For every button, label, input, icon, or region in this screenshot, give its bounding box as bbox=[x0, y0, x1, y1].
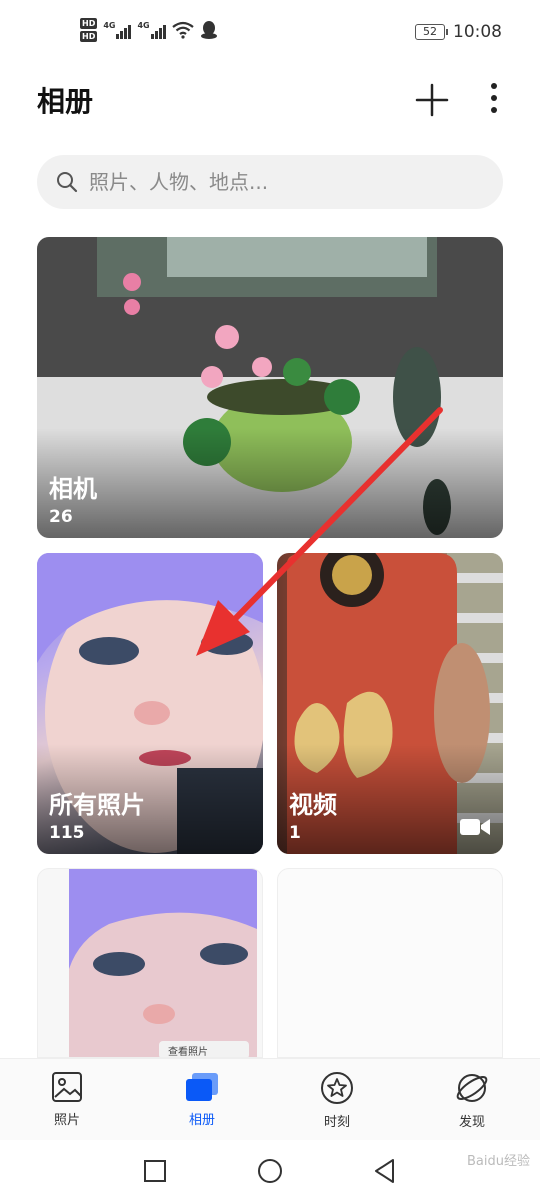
video-camera-icon bbox=[460, 819, 490, 835]
hd-badge-top: HD bbox=[80, 18, 98, 29]
nav-label: 相册 bbox=[188, 1113, 215, 1128]
battery-icon: 52 bbox=[415, 24, 448, 40]
planet-icon bbox=[456, 1074, 488, 1102]
search-input[interactable] bbox=[89, 170, 469, 194]
home-circle-icon[interactable] bbox=[255, 1156, 285, 1186]
photo-icon bbox=[52, 1072, 82, 1102]
network-type-label: 4G bbox=[103, 21, 116, 30]
albums-icon bbox=[186, 1073, 218, 1101]
clock: 10:08 bbox=[453, 22, 502, 42]
network-type-label-2: 4G bbox=[137, 21, 150, 30]
watermark: Baidu经验 bbox=[467, 1154, 530, 1169]
album-card-screenshots[interactable]: 查看照片 bbox=[37, 868, 263, 1058]
camera-card-shade bbox=[37, 428, 503, 538]
signal-icon-2: 4G bbox=[137, 21, 166, 39]
nav-tab-moments[interactable]: 时刻 bbox=[297, 1071, 377, 1130]
back-triangle-icon[interactable] bbox=[370, 1156, 400, 1186]
hd-badge-bottom: HD bbox=[80, 31, 98, 42]
album-card-video[interactable]: 视频 1 bbox=[277, 553, 503, 854]
nav-label: 照片 bbox=[53, 1113, 80, 1128]
screenshots-album-cover bbox=[69, 869, 257, 1057]
search-bar[interactable] bbox=[37, 155, 503, 209]
nav-label: 发现 bbox=[458, 1115, 485, 1130]
album-count: 26 bbox=[49, 507, 73, 527]
nav-tab-discover[interactable]: 发现 bbox=[432, 1071, 512, 1130]
search-icon bbox=[57, 172, 78, 193]
bottom-nav: 照片 相册 时刻 发现 bbox=[0, 1058, 540, 1140]
more-options-icon[interactable] bbox=[484, 80, 504, 120]
status-right: 52 10:08 bbox=[415, 22, 502, 42]
wifi-icon bbox=[171, 21, 194, 39]
system-nav-bar bbox=[0, 1140, 540, 1200]
album-name: 所有照片 bbox=[49, 791, 145, 819]
nav-tab-albums[interactable]: 相册 bbox=[162, 1071, 242, 1128]
album-card-camera[interactable]: 相机 26 bbox=[37, 237, 503, 538]
album-card-empty[interactable] bbox=[277, 868, 503, 1058]
status-icons: HD HD 4G 4G bbox=[80, 18, 218, 42]
status-bar: HD HD 4G 4G 52 10:08 bbox=[0, 0, 540, 64]
album-count: 1 bbox=[289, 823, 301, 843]
signal-icon: 4G bbox=[103, 21, 132, 39]
album-name: 相机 bbox=[49, 475, 97, 503]
album-name: 视频 bbox=[289, 791, 337, 819]
page-title: 相册 bbox=[37, 85, 94, 118]
star-circle-icon bbox=[321, 1072, 353, 1104]
album-card-all-photos[interactable]: 所有照片 115 bbox=[37, 553, 263, 854]
album-count: 115 bbox=[49, 823, 85, 843]
add-icon[interactable] bbox=[414, 82, 450, 118]
recents-square-icon[interactable] bbox=[140, 1156, 170, 1186]
screenshot-overlay-label: 查看照片 bbox=[168, 1047, 208, 1058]
nav-tab-photos[interactable]: 照片 bbox=[27, 1071, 107, 1128]
nav-label: 时刻 bbox=[323, 1115, 350, 1130]
qq-icon bbox=[200, 21, 217, 39]
hd-badges: HD HD bbox=[80, 18, 98, 42]
